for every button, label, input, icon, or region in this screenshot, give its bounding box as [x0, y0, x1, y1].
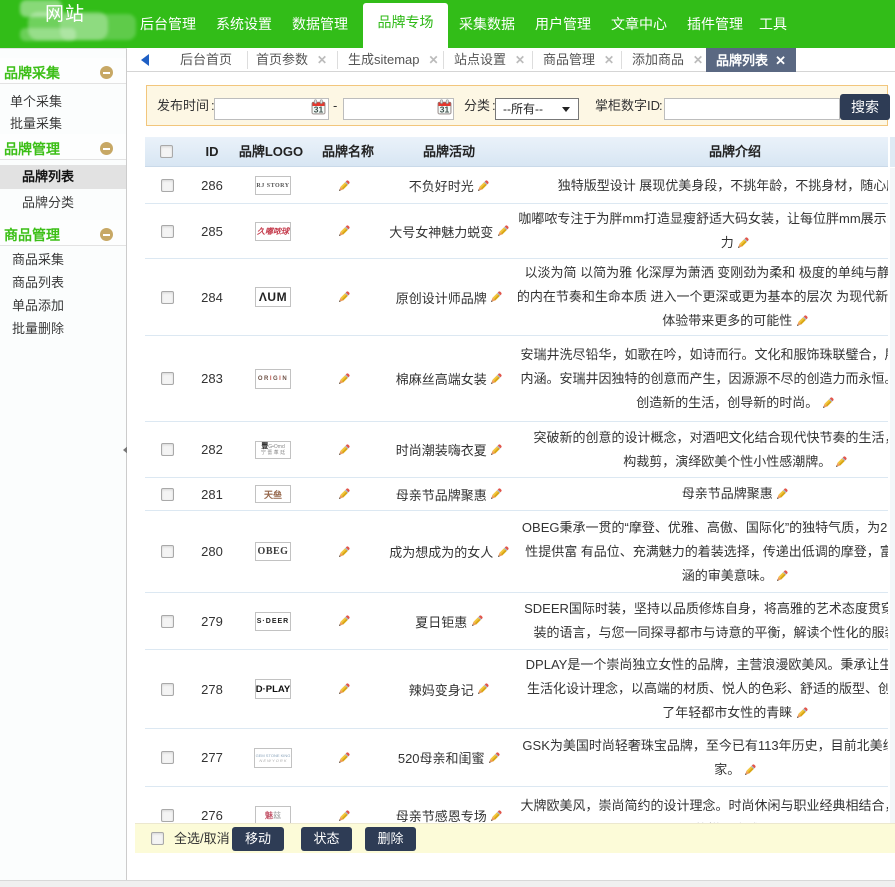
svg-text:31: 31: [314, 104, 324, 114]
svg-text:31: 31: [440, 104, 450, 114]
